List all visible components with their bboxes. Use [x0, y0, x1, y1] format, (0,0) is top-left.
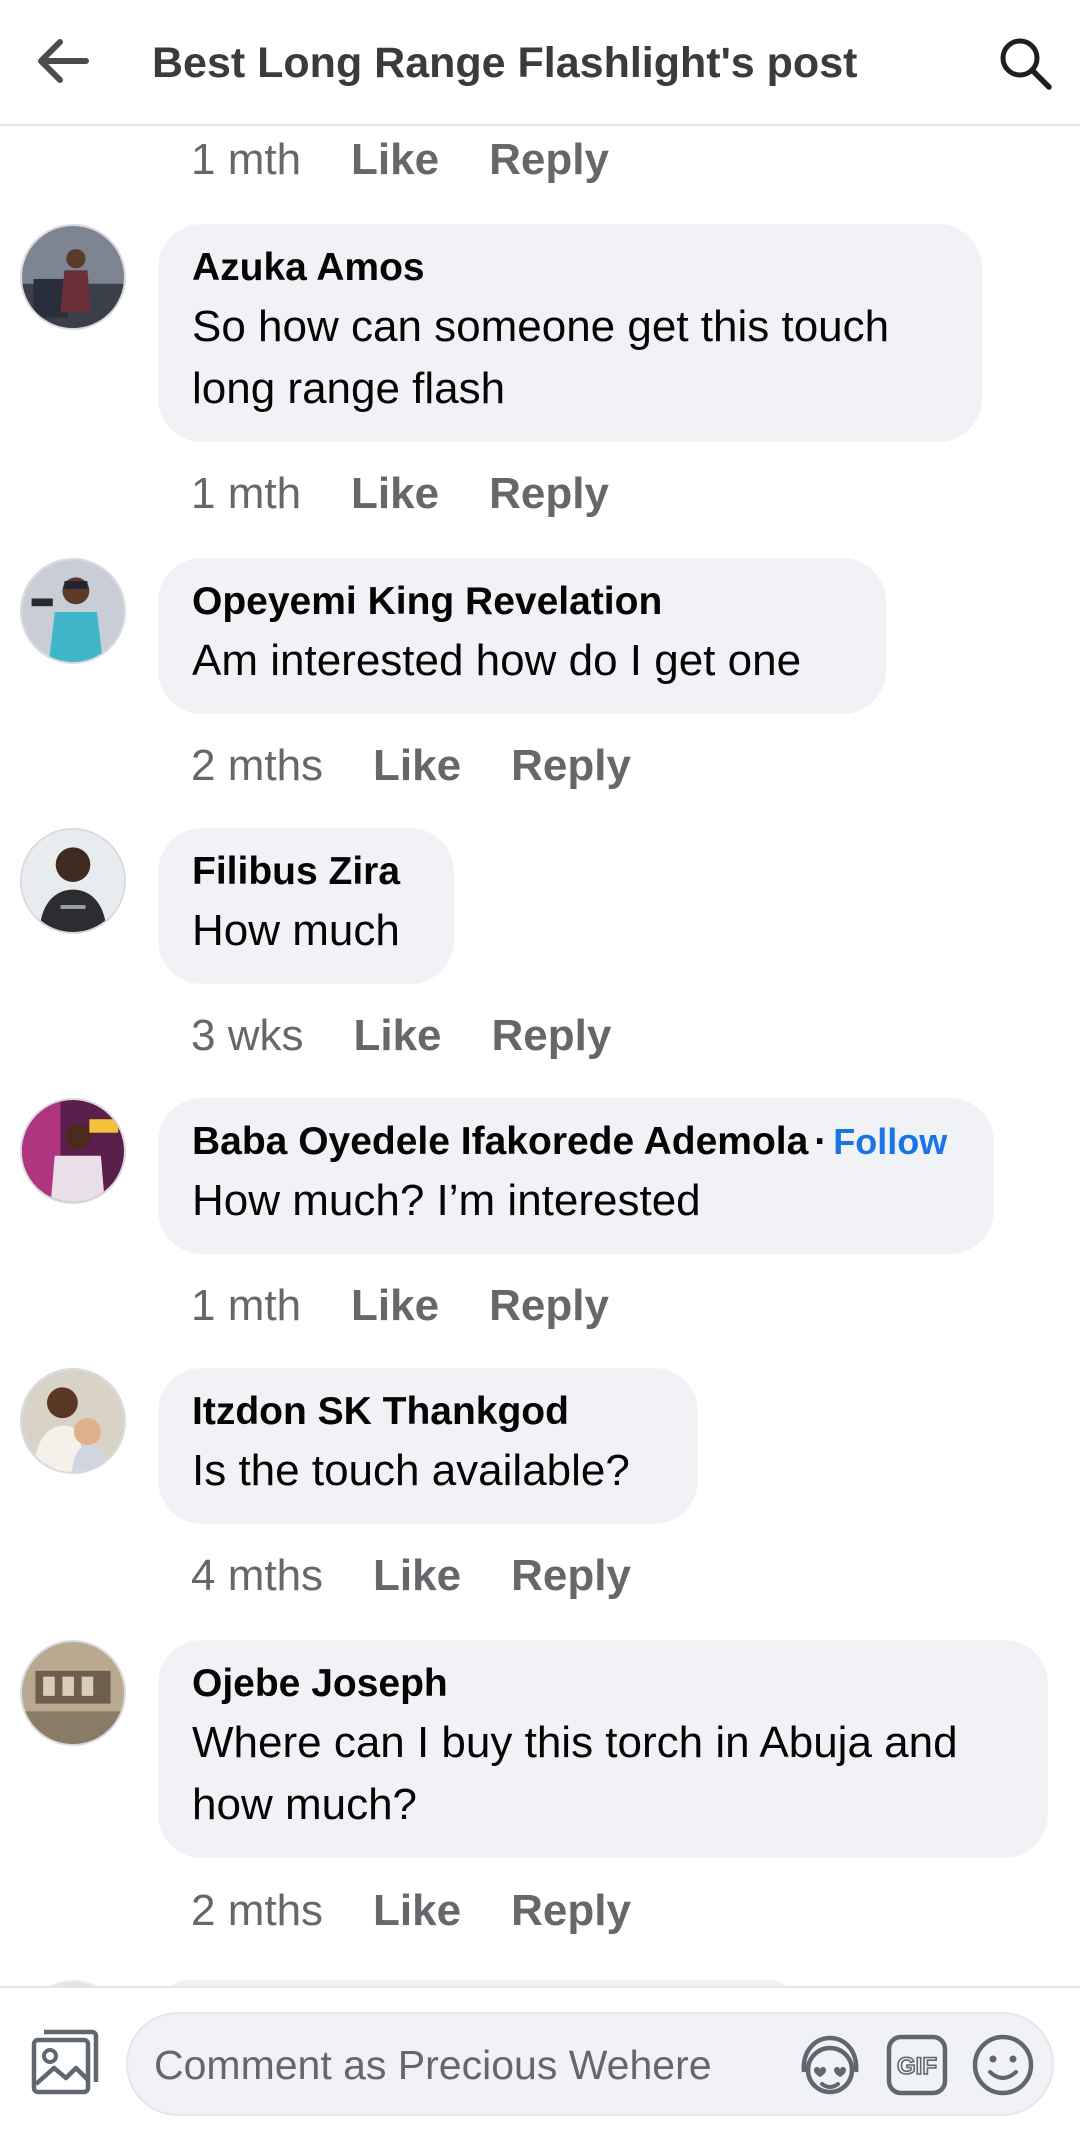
comment-author[interactable]: Baba Oyedele Ifakorede Ademola [192, 1120, 808, 1163]
photo-icon[interactable] [28, 2026, 100, 2098]
comment-input[interactable] [154, 2036, 794, 2094]
search-icon[interactable] [996, 34, 1054, 92]
like-button[interactable]: Like [373, 1886, 461, 1936]
comment-meta: 3 wks Like Reply [191, 1007, 611, 1065]
gif-icon[interactable]: GIF [886, 2034, 948, 2096]
comment-author-row: Baba Oyedele Ifakorede Ademola · Follow [192, 1118, 960, 1166]
comment-bubble: Baba Oyedele Ifakorede Ademola · Follow Ho… [158, 1098, 994, 1254]
separator-dot: · [814, 1120, 828, 1163]
comment-timestamp: 2 mths [191, 1886, 324, 1935]
comment-text: How much [192, 906, 400, 955]
comment-timestamp: 1 mth [191, 1281, 302, 1330]
reply-button[interactable]: Reply [489, 469, 609, 519]
comment-text: Is the touch available? [192, 1446, 630, 1495]
comment-text: So how can someone get this touch long r… [192, 302, 890, 413]
comment-composer: GIF [0, 1986, 1080, 2140]
comment-timestamp: 4 mths [191, 1551, 324, 1600]
comment-bubble: Itzdon SK Thankgod Is the touch availabl… [158, 1368, 698, 1524]
like-button[interactable]: Like [373, 1551, 461, 1601]
comment-author[interactable]: Opeyemi King Revelation [192, 578, 852, 626]
reply-button[interactable]: Reply [489, 1281, 609, 1331]
like-button[interactable]: Like [373, 741, 461, 791]
reply-button[interactable]: Reply [511, 741, 631, 791]
avatar[interactable] [20, 1640, 126, 1746]
comment-meta: 1 mth Like Reply [191, 131, 609, 189]
like-button[interactable]: Like [353, 1011, 441, 1061]
gif-label: GIF [897, 2053, 937, 2080]
reply-button[interactable]: Reply [511, 1551, 631, 1601]
comment-author[interactable]: Azuka Amos [192, 244, 948, 292]
avatar[interactable] [20, 1368, 126, 1474]
avatar[interactable] [20, 224, 126, 330]
back-arrow-icon[interactable] [36, 38, 90, 84]
comment-timestamp: 3 wks [191, 1011, 304, 1060]
comment-author[interactable]: Filibus Zira [192, 848, 420, 896]
avatar-sticker-icon[interactable] [794, 2030, 866, 2102]
comment-meta: 2 mths Like Reply [191, 1882, 631, 1940]
comment-text: Where can I buy this torch in Abuja and … [192, 1718, 958, 1829]
comment-bubble: Ojebe Joseph Where can I buy this torch … [158, 1640, 1048, 1858]
avatar[interactable] [20, 558, 126, 664]
comment-author[interactable]: Itzdon SK Thankgod [192, 1388, 664, 1436]
page-title: Best Long Range Flashlight's post [152, 39, 858, 87]
avatar[interactable] [20, 828, 126, 934]
comment-meta: 1 mth Like Reply [191, 1277, 609, 1335]
reply-button[interactable]: Reply [511, 1886, 631, 1936]
comment-meta: 4 mths Like Reply [191, 1547, 631, 1605]
comment-text: How much? I’m interested [192, 1176, 701, 1225]
comment-timestamp: 1 mth [191, 135, 302, 184]
comment-bubble: Opeyemi King Revelation Am interested ho… [158, 558, 886, 714]
comment-box[interactable]: GIF [126, 2012, 1054, 2116]
like-button[interactable]: Like [351, 1281, 439, 1331]
avatar[interactable] [20, 1098, 126, 1204]
emoji-icon[interactable] [970, 2032, 1036, 2098]
comment-meta: 2 mths Like Reply [191, 737, 631, 795]
like-button[interactable]: Like [351, 135, 439, 185]
like-button[interactable]: Like [351, 469, 439, 519]
comment-bubble: Filibus Zira How much [158, 828, 454, 984]
comments-list[interactable]: 1 mth Like Reply Azuka Amos So how can s… [0, 128, 1080, 1986]
comment-timestamp: 2 mths [191, 741, 324, 790]
reply-button[interactable]: Reply [492, 1011, 612, 1061]
comment-bubble: Azuka Amos So how can someone get this t… [158, 224, 982, 442]
comment-text: Am interested how do I get one [192, 636, 802, 685]
follow-button[interactable]: Follow [833, 1121, 947, 1162]
comment-meta: 1 mth Like Reply [191, 465, 609, 523]
top-app-bar: Best Long Range Flashlight's post [0, 0, 1080, 126]
reply-button[interactable]: Reply [489, 135, 609, 185]
comment-timestamp: 1 mth [191, 469, 302, 518]
comment-author[interactable]: Ojebe Joseph [192, 1660, 1014, 1708]
